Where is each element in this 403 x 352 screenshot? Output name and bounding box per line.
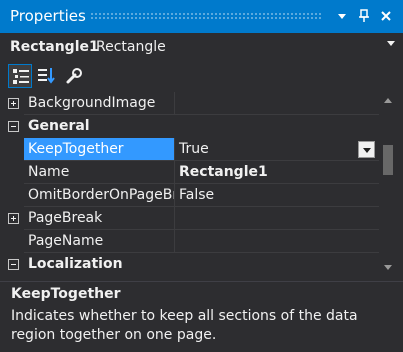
chevron-down-icon[interactable] <box>387 41 395 46</box>
property-row-keeptogether[interactable]: KeepTogether True <box>6 138 379 161</box>
window-dropdown-button[interactable] <box>332 6 352 26</box>
property-pages-button[interactable] <box>62 64 86 88</box>
pin-icon <box>359 9 369 22</box>
category-row-localization[interactable]: Localization <box>6 253 379 276</box>
property-row-omitborderonpagebreak[interactable]: OmitBorderOnPageBreak False <box>6 184 379 207</box>
window-title: Properties <box>10 7 86 25</box>
property-name: Name <box>24 161 174 184</box>
categorized-icon <box>13 69 29 84</box>
property-name: OmitBorderOnPageBreak <box>24 184 174 207</box>
property-value[interactable] <box>174 92 379 115</box>
category-name: Localization <box>28 256 123 272</box>
property-value[interactable] <box>174 230 379 253</box>
alphabetical-button[interactable] <box>34 64 58 88</box>
collapse-icon[interactable] <box>8 121 19 132</box>
property-value[interactable]: Rectangle1 <box>174 161 379 184</box>
wrench-icon <box>66 68 82 84</box>
vertical-scrollbar[interactable] <box>379 92 397 277</box>
property-name: PageBreak <box>24 207 174 230</box>
pin-button[interactable] <box>354 6 374 26</box>
title-bar: Properties <box>0 0 403 33</box>
properties-toolbar <box>0 62 403 90</box>
property-name: KeepTogether <box>24 138 174 161</box>
alphabetical-icon <box>38 68 55 84</box>
description-title: KeepTogether <box>11 286 121 302</box>
scroll-thumb[interactable] <box>383 145 393 175</box>
category-name: General <box>28 118 90 134</box>
expand-icon[interactable] <box>8 98 19 109</box>
property-row-backgroundimage[interactable]: BackgroundImage <box>6 92 379 115</box>
categorized-button[interactable] <box>8 64 32 88</box>
object-type: Rectangle <box>96 39 166 55</box>
property-name: PageName <box>24 230 174 253</box>
category-row-general[interactable]: General <box>6 115 379 138</box>
title-grip[interactable] <box>90 12 323 20</box>
collapse-icon[interactable] <box>8 259 19 270</box>
scroll-down-icon[interactable] <box>384 265 392 270</box>
property-row-pagebreak[interactable]: PageBreak <box>6 207 379 230</box>
property-value[interactable] <box>174 207 379 230</box>
property-value: True <box>179 141 209 157</box>
close-icon <box>381 11 391 21</box>
property-name: BackgroundImage <box>24 92 174 115</box>
description-splitter[interactable] <box>0 281 403 282</box>
description-text: Indicates whether to keep all sections o… <box>11 308 358 343</box>
scroll-up-icon[interactable] <box>384 98 392 103</box>
value-dropdown-button[interactable] <box>358 141 375 158</box>
property-value[interactable]: False <box>174 184 379 207</box>
chevron-down-icon <box>338 14 346 19</box>
object-name: Rectangle1 <box>10 39 99 55</box>
property-row-name[interactable]: Name Rectangle1 <box>6 161 379 184</box>
property-row-pagename[interactable]: PageName <box>6 230 379 253</box>
object-selector[interactable]: Rectangle1 Rectangle <box>0 37 403 59</box>
expand-icon[interactable] <box>8 213 19 224</box>
close-button[interactable] <box>376 6 396 26</box>
property-grid: BackgroundImage General KeepTogether Tru… <box>6 92 379 277</box>
property-value-editor[interactable]: True <box>174 138 379 161</box>
